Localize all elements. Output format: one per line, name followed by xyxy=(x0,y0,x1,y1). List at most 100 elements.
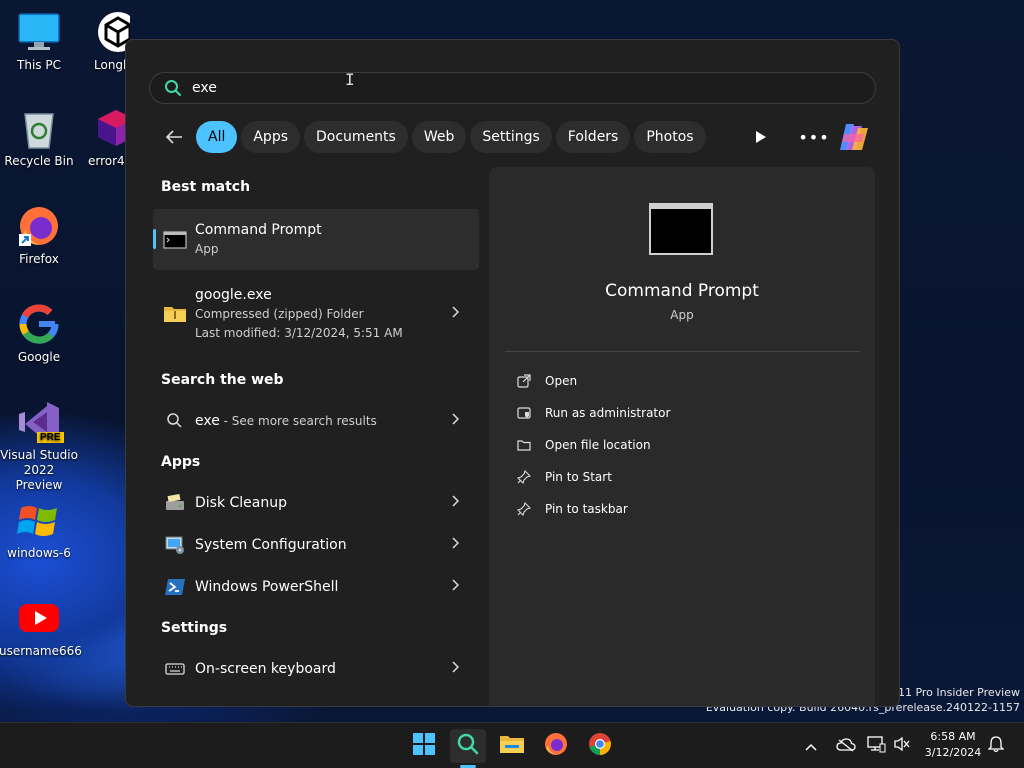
evaluation-watermark-line1: s 11 Pro Insider Preview xyxy=(888,686,1020,699)
preview-subtitle: App xyxy=(670,308,694,322)
result-title: google.exe xyxy=(195,286,272,303)
command-prompt-large-icon xyxy=(649,203,713,255)
desktop-icon-error42[interactable]: error42 xyxy=(80,106,128,169)
desktop-icon-label: windows-6 xyxy=(7,546,71,560)
desktop-icon-visual-studio[interactable]: PRE Visual Studio 2022 Preview xyxy=(0,400,79,493)
filter-chip-apps[interactable]: Apps xyxy=(241,121,301,153)
shield-icon xyxy=(516,405,532,421)
search-input[interactable] xyxy=(192,80,792,96)
taskbar-clock[interactable]: 6:58 AM 3/12/2024 xyxy=(918,729,988,761)
monitor-icon xyxy=(17,10,61,54)
result-type: Compressed (zipped) Folder xyxy=(195,306,364,321)
pin-icon xyxy=(516,501,532,517)
network-monitor-icon xyxy=(866,735,886,757)
desktop-icon-label: Recycle Bin xyxy=(4,154,74,168)
result-title: Disk Cleanup xyxy=(195,494,288,511)
chevron-up-icon xyxy=(804,737,818,756)
desktop-icon-unity[interactable]: Longh xyxy=(78,10,130,73)
search-icon xyxy=(164,79,182,97)
firefox-icon xyxy=(17,204,61,248)
keyboard-icon xyxy=(163,657,187,681)
chevron-right-icon[interactable] xyxy=(451,579,460,595)
result-web-search[interactable]: exe - See more search results xyxy=(153,400,479,442)
desktop-icon-label: username666 xyxy=(0,644,82,658)
search-web-heading: Search the web xyxy=(161,372,284,388)
result-command-prompt[interactable]: Command Prompt App xyxy=(153,209,479,270)
search-icon xyxy=(456,732,480,760)
desktop-icon-label: Google xyxy=(17,350,61,364)
preview-divider xyxy=(505,351,860,352)
filter-chip-photos[interactable]: Photos xyxy=(634,121,706,153)
desktop-icon-windows-6[interactable]: windows-6 xyxy=(0,498,79,561)
result-title: Windows PowerShell xyxy=(195,578,339,595)
apps-heading: Apps xyxy=(161,454,201,470)
powershell-icon xyxy=(163,575,187,599)
pin-icon xyxy=(516,469,532,485)
more-options-icon[interactable]: ••• xyxy=(798,127,828,147)
clock-time: 6:58 AM xyxy=(930,730,976,743)
network-status[interactable] xyxy=(866,723,886,768)
taskbar-chrome[interactable] xyxy=(582,729,618,763)
taskbar-file-explorer[interactable] xyxy=(494,729,530,763)
pre-badge: PRE xyxy=(37,432,64,443)
action-pin-to-start[interactable]: Pin to Start xyxy=(516,469,612,485)
result-disk-cleanup[interactable]: Disk Cleanup xyxy=(153,482,479,524)
speaker-muted-icon xyxy=(893,736,911,756)
cloud-offline-icon xyxy=(836,737,856,756)
onedrive-status[interactable] xyxy=(836,723,856,768)
notifications-button[interactable] xyxy=(987,723,1005,768)
preview-pane: Command Prompt App Open Run as administr… xyxy=(489,167,875,706)
file-explorer-icon xyxy=(499,733,525,759)
filter-chip-settings[interactable]: Settings xyxy=(470,121,552,153)
volume-status[interactable] xyxy=(893,723,911,768)
show-hidden-icons-button[interactable] xyxy=(804,723,818,768)
desktop-icon-this-pc[interactable]: This PC xyxy=(0,10,79,73)
selection-indicator xyxy=(153,229,156,249)
chevron-right-icon[interactable] xyxy=(451,413,460,429)
action-label: Open file location xyxy=(545,438,651,452)
preview-title: Command Prompt xyxy=(605,281,759,301)
play-icon[interactable] xyxy=(751,127,771,147)
action-open[interactable]: Open xyxy=(516,373,577,389)
desktop-icon-label: Firefox xyxy=(19,252,59,266)
taskbar: 6:58 AM 3/12/2024 xyxy=(0,722,1024,768)
visual-studio-icon: PRE xyxy=(17,400,64,444)
copilot-icon[interactable] xyxy=(838,122,870,152)
result-system-configuration[interactable]: System Configuration xyxy=(153,524,479,566)
filter-chip-documents[interactable]: Documents xyxy=(304,121,408,153)
desktop-icon-label: error42 xyxy=(88,154,128,168)
taskbar-firefox[interactable] xyxy=(538,729,574,763)
action-label: Pin to taskbar xyxy=(545,502,628,516)
start-search-panel: I All Apps Documents Web Settings Folder… xyxy=(125,39,900,707)
filter-chip-folders[interactable]: Folders xyxy=(555,121,631,153)
desktop-icon-google[interactable]: Google xyxy=(0,302,79,365)
windows-logo-icon xyxy=(413,733,435,759)
bell-icon xyxy=(987,735,1005,757)
chevron-right-icon[interactable] xyxy=(451,661,460,677)
best-match-heading: Best match xyxy=(161,179,251,195)
taskbar-search-button[interactable] xyxy=(450,729,486,763)
chevron-right-icon[interactable] xyxy=(451,306,460,322)
result-google-exe[interactable]: google.exe Compressed (zipped) Folder La… xyxy=(153,279,479,349)
desktop-icon-firefox[interactable]: Firefox xyxy=(0,204,79,267)
search-box[interactable] xyxy=(149,72,876,104)
result-on-screen-keyboard[interactable]: On-screen keyboard xyxy=(153,648,479,690)
result-windows-powershell[interactable]: Windows PowerShell xyxy=(153,566,479,608)
web-query: exe xyxy=(195,412,220,429)
chevron-right-icon[interactable] xyxy=(451,495,460,511)
desktop-icon-recycle-bin[interactable]: Recycle Bin xyxy=(0,106,79,169)
action-pin-to-taskbar[interactable]: Pin to taskbar xyxy=(516,501,628,517)
action-open-file-location[interactable]: Open file location xyxy=(516,437,651,453)
action-label: Open xyxy=(545,374,578,388)
filter-chip-web[interactable]: Web xyxy=(411,121,467,153)
start-button[interactable] xyxy=(406,729,442,763)
open-icon xyxy=(516,373,532,389)
action-run-as-administrator[interactable]: Run as administrator xyxy=(516,405,670,421)
back-arrow-icon[interactable] xyxy=(160,123,188,151)
chevron-right-icon[interactable] xyxy=(451,537,460,553)
desktop-icon-youtube[interactable]: username666 xyxy=(0,596,82,659)
folder-icon xyxy=(516,437,532,453)
firefox-icon xyxy=(544,732,568,760)
filter-chip-all[interactable]: All xyxy=(196,121,238,153)
search-icon xyxy=(163,409,187,433)
